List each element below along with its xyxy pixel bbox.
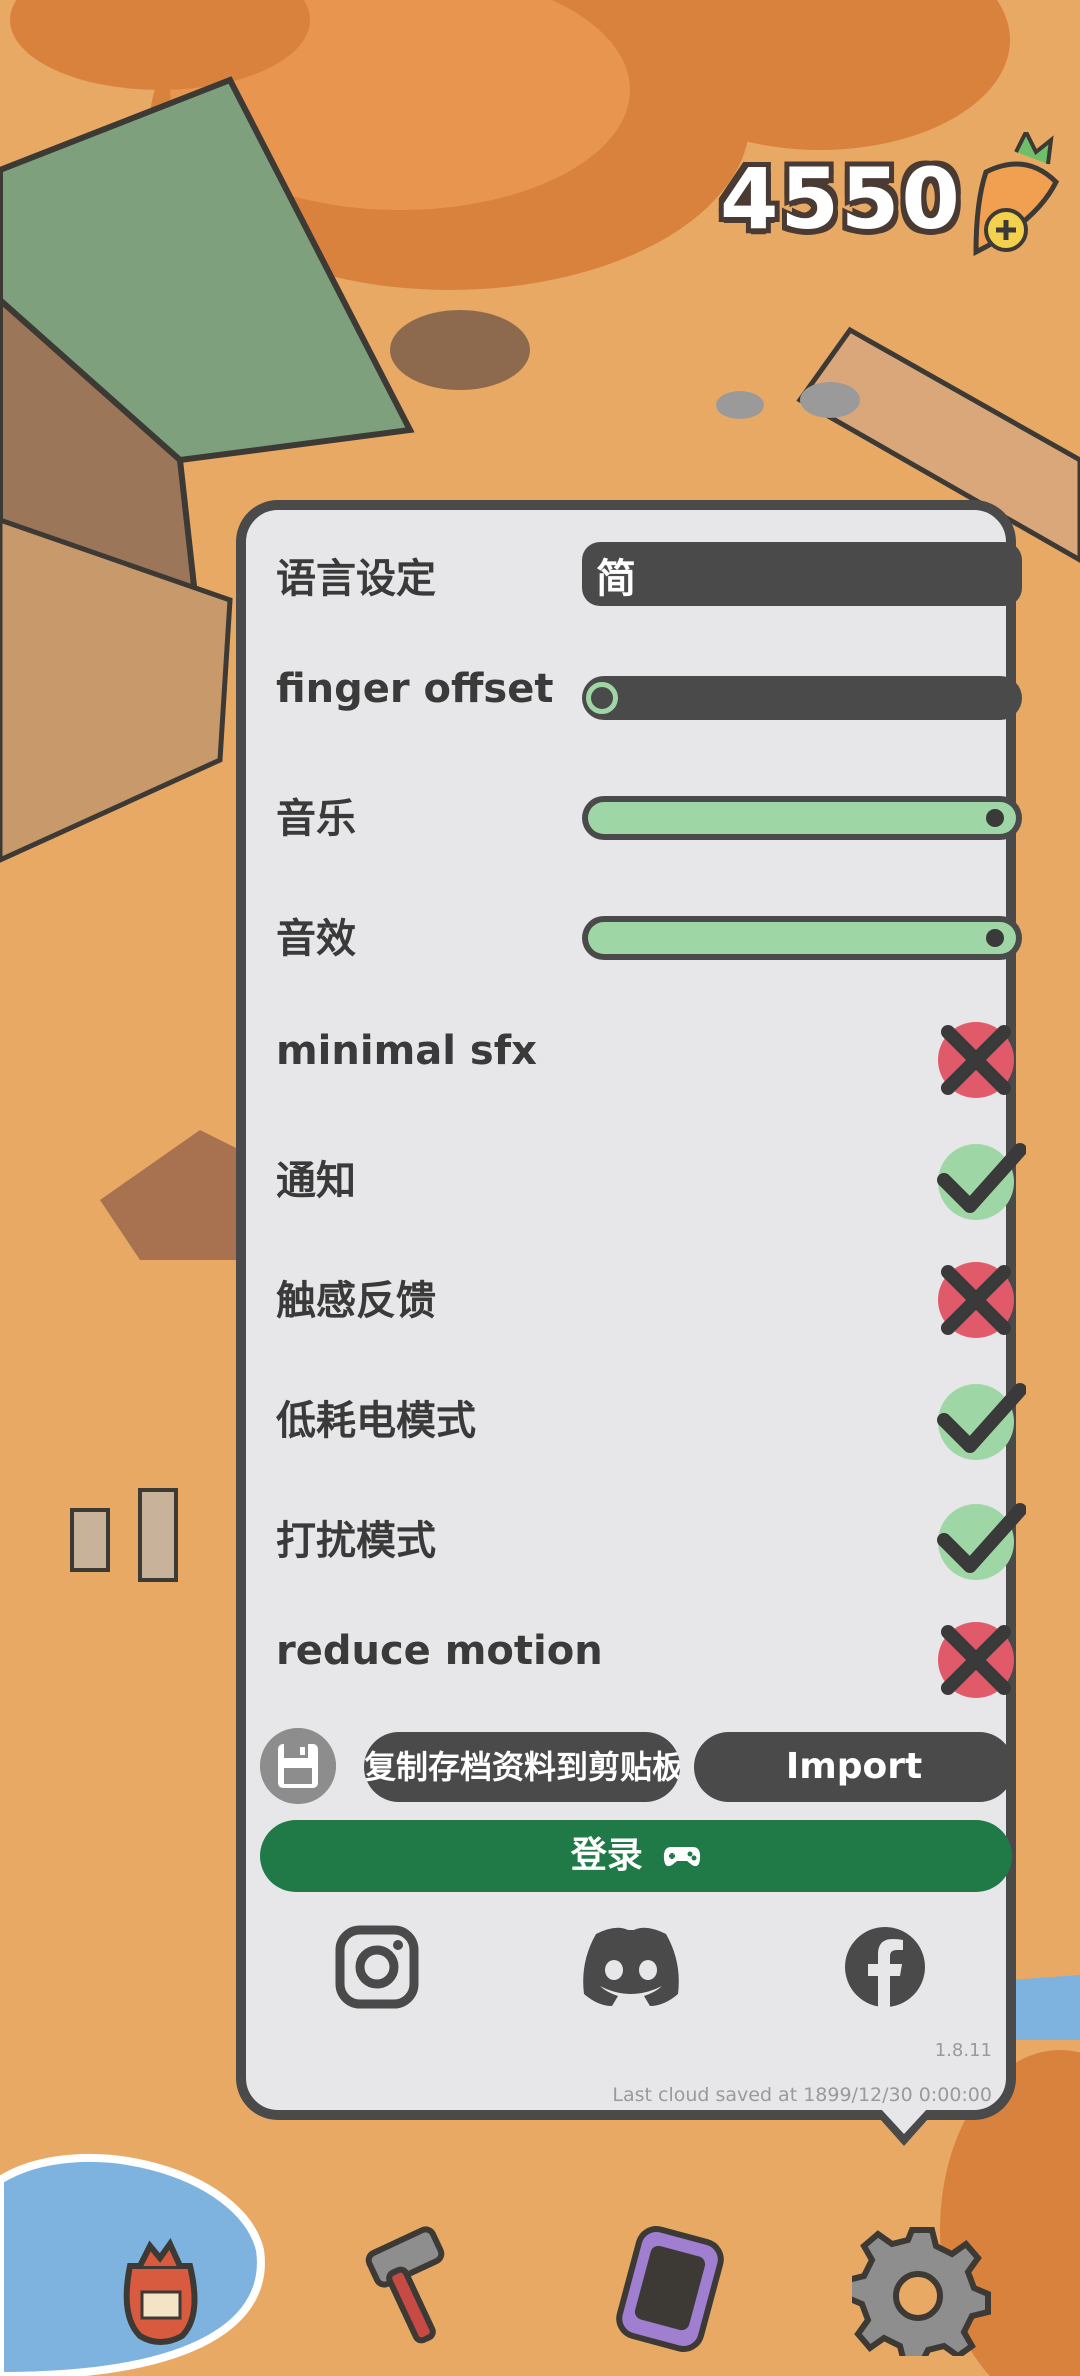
- toggle-label: 低耗电模式: [276, 1398, 476, 1444]
- cross-icon[interactable]: [936, 1016, 1026, 1102]
- toggle-label: 打扰模式: [276, 1518, 436, 1564]
- sfx-slider-fill: [588, 922, 1016, 954]
- toggle-row-disturb: 打扰模式: [276, 1496, 1026, 1580]
- sfx-row: 音效: [276, 894, 1022, 974]
- instagram-icon[interactable]: [332, 1922, 422, 2012]
- finger-offset-slider[interactable]: [582, 676, 1022, 720]
- language-label: 语言设定: [276, 556, 436, 602]
- finger-offset-knob[interactable]: [586, 682, 618, 714]
- sfx-slider[interactable]: [582, 916, 1022, 960]
- language-row: 语言设定 简: [276, 534, 1022, 614]
- gamepad-icon: [664, 1847, 701, 1867]
- login-button[interactable]: 登录: [260, 1820, 1012, 1892]
- language-select[interactable]: 简: [582, 542, 1022, 606]
- gear-icon[interactable]: [852, 2216, 992, 2356]
- login-label: 登录: [570, 1835, 643, 1876]
- check-icon[interactable]: [936, 1136, 1026, 1222]
- copy-save-button[interactable]: 复制存档资料到剪贴板: [364, 1732, 680, 1802]
- toggle-label: 通知: [276, 1158, 356, 1204]
- finger-offset-label: finger offset: [276, 666, 554, 712]
- import-button[interactable]: Import: [694, 1732, 1014, 1802]
- panel-pointer-inner: [880, 2108, 928, 2134]
- sfx-label: 音效: [276, 916, 356, 962]
- music-slider[interactable]: [582, 796, 1022, 840]
- carrot-counter[interactable]: 4550: [720, 132, 1060, 270]
- toggle-row-minimal-sfx: minimal sfx: [276, 1016, 1014, 1098]
- check-icon[interactable]: [936, 1496, 1026, 1582]
- phone-icon[interactable]: [600, 2216, 740, 2356]
- toggle-row-reduce-motion: reduce motion: [276, 1616, 1014, 1698]
- toggle-label: reduce motion: [276, 1628, 603, 1674]
- save-icon[interactable]: [260, 1728, 336, 1804]
- settings-panel: 语言设定 简 finger offset 音乐 音效 minimal sfx 通…: [236, 500, 1026, 2120]
- toggle-row-notifications: 通知: [276, 1136, 1026, 1220]
- save-actions: 复制存档资料到剪贴板 Import: [260, 1728, 1014, 1804]
- toggle-row-low-power: 低耗电模式: [276, 1376, 1026, 1460]
- cross-icon[interactable]: [936, 1256, 1026, 1342]
- bag-icon[interactable]: [90, 2216, 230, 2356]
- cloud-saved-text: Last cloud saved at 1899/12/30 0:00:00: [612, 2084, 992, 2106]
- music-row: 音乐: [276, 774, 1022, 854]
- facebook-icon[interactable]: [840, 1922, 930, 2012]
- discord-icon[interactable]: [576, 1922, 686, 2012]
- hammer-icon[interactable]: [340, 2216, 480, 2356]
- cross-icon[interactable]: [936, 1616, 1026, 1702]
- music-slider-fill: [588, 802, 1016, 834]
- check-icon[interactable]: [936, 1376, 1026, 1462]
- version-text: 1.8.11: [934, 2040, 992, 2061]
- toggle-label: 触感反馈: [276, 1278, 436, 1324]
- finger-offset-row: finger offset: [276, 654, 1022, 734]
- carrot-count: 4550: [720, 150, 962, 248]
- sfx-slider-knob[interactable]: [986, 929, 1004, 947]
- music-label: 音乐: [276, 796, 356, 842]
- toggle-label: minimal sfx: [276, 1028, 537, 1074]
- music-slider-knob[interactable]: [986, 809, 1004, 827]
- bottom-nav: [0, 2190, 1080, 2376]
- carrot-plus-icon[interactable]: [956, 132, 1076, 262]
- toggle-row-haptics: 触感反馈: [276, 1256, 1014, 1338]
